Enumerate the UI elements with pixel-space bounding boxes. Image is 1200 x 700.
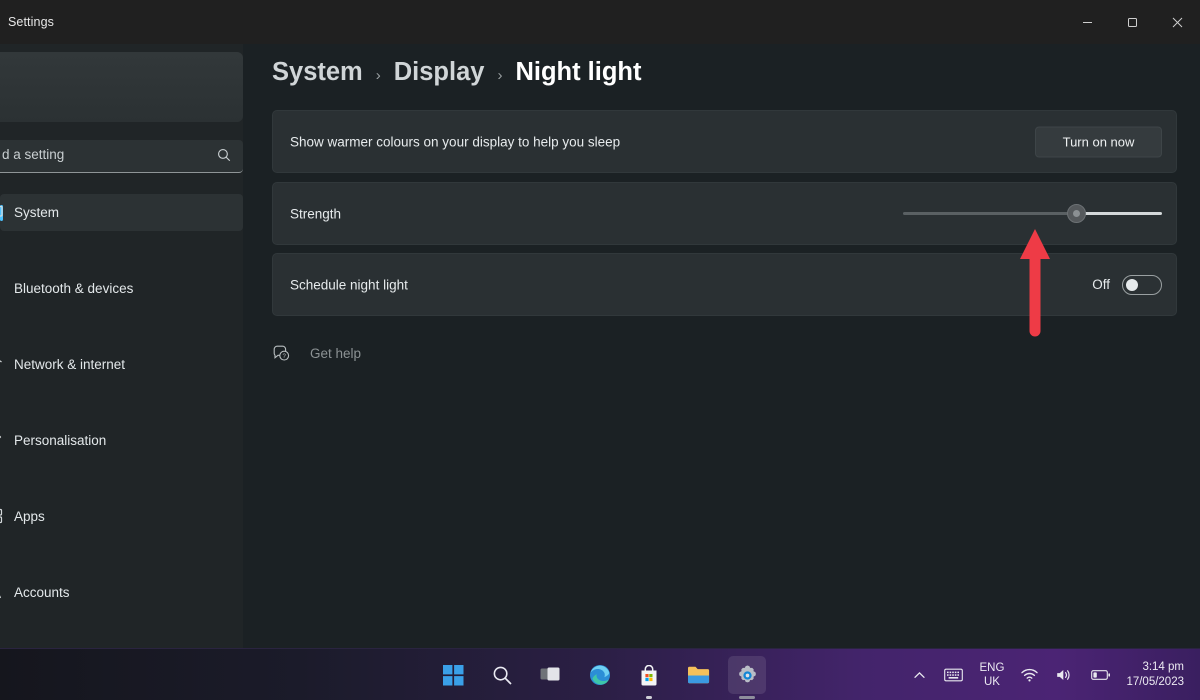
content-pane: System › Display › Night light Show warm… bbox=[243, 44, 1200, 648]
get-help-label: Get help bbox=[310, 346, 361, 361]
language-region: UK bbox=[984, 675, 1000, 689]
sidebar: d a setting System Bluetoo bbox=[0, 44, 243, 648]
taskbar-edge-button[interactable] bbox=[581, 656, 619, 694]
settings-window-screenshot: Settings d a setting bbox=[0, 0, 1200, 700]
help-bubble-icon: ? bbox=[272, 344, 290, 362]
search-input-value: d a setting bbox=[2, 147, 64, 162]
sidebar-item-label: Network & internet bbox=[14, 357, 125, 372]
tray-volume-icon[interactable] bbox=[1047, 653, 1082, 697]
night-light-description: Show warmer colours on your display to h… bbox=[290, 134, 620, 149]
language-code: ENG bbox=[980, 661, 1005, 675]
maximize-button[interactable] bbox=[1110, 0, 1155, 44]
search-icon bbox=[217, 148, 231, 167]
apps-icon bbox=[0, 507, 4, 525]
taskbar-search-button[interactable] bbox=[483, 656, 521, 694]
sidebar-item-network-internet[interactable]: Network & internet bbox=[0, 346, 243, 383]
chevron-right-icon: › bbox=[497, 67, 502, 84]
taskbar-file-explorer-button[interactable] bbox=[679, 656, 717, 694]
tray-language-indicator[interactable]: ENG UK bbox=[972, 661, 1013, 689]
sidebar-item-label: Accounts bbox=[14, 585, 70, 600]
taskbar-settings-button[interactable] bbox=[728, 656, 766, 694]
sidebar-item-system[interactable]: System bbox=[0, 194, 243, 231]
slider-track-filled bbox=[1075, 212, 1162, 215]
window-title: Settings bbox=[8, 15, 54, 29]
clock-date: 17/05/2023 bbox=[1126, 675, 1184, 690]
sidebar-item-label: Bluetooth & devices bbox=[14, 281, 133, 296]
toggle-state-label: Off bbox=[1092, 277, 1110, 292]
toggle-knob bbox=[1126, 279, 1138, 291]
sidebar-item-personalisation[interactable]: Personalisation bbox=[0, 422, 243, 459]
minimize-button[interactable] bbox=[1065, 0, 1110, 44]
tray-overflow-chevron-icon[interactable] bbox=[904, 653, 935, 697]
taskbar-store-button[interactable] bbox=[630, 656, 668, 694]
sidebar-item-bluetooth-devices[interactable]: Bluetooth & devices bbox=[0, 270, 243, 307]
search-input[interactable]: d a setting bbox=[0, 140, 243, 173]
network-icon bbox=[0, 355, 4, 373]
sidebar-nav: System Bluetooth & devices Network & int… bbox=[0, 194, 243, 601]
taskbar-buttons bbox=[434, 649, 766, 700]
strength-card: Strength bbox=[272, 182, 1177, 245]
slider-track-unfilled bbox=[903, 212, 1075, 215]
window-body: d a setting System Bluetoo bbox=[0, 44, 1200, 648]
schedule-night-light-label: Schedule night light bbox=[290, 277, 408, 292]
taskbar-active-indicator bbox=[739, 696, 755, 699]
tray-wifi-icon[interactable] bbox=[1012, 653, 1047, 697]
accounts-icon bbox=[0, 583, 4, 601]
bluetooth-icon bbox=[0, 279, 4, 297]
taskbar: ENG UK bbox=[0, 648, 1200, 700]
taskbar-start-button[interactable] bbox=[434, 656, 472, 694]
clock-time: 3:14 pm bbox=[1142, 660, 1184, 675]
breadcrumb-display[interactable]: Display bbox=[394, 58, 485, 87]
personalisation-icon bbox=[0, 431, 4, 449]
night-light-card: Show warmer colours on your display to h… bbox=[272, 110, 1177, 173]
breadcrumb-night-light: Night light bbox=[515, 58, 641, 87]
turn-on-now-button[interactable]: Turn on now bbox=[1035, 126, 1162, 157]
strength-slider[interactable] bbox=[903, 204, 1162, 224]
schedule-night-light-toggle[interactable] bbox=[1122, 275, 1162, 295]
system-icon bbox=[0, 203, 4, 221]
taskbar-running-indicator bbox=[646, 696, 652, 699]
sidebar-item-label: System bbox=[14, 205, 59, 220]
strength-label: Strength bbox=[290, 206, 341, 221]
sidebar-item-accounts[interactable]: Accounts bbox=[0, 574, 243, 611]
tray-clock[interactable]: 3:14 pm 17/05/2023 bbox=[1120, 660, 1192, 690]
breadcrumb: System › Display › Night light bbox=[272, 58, 642, 87]
user-profile-card[interactable] bbox=[0, 52, 243, 122]
chevron-right-icon: › bbox=[376, 67, 381, 84]
sidebar-item-label: Personalisation bbox=[14, 433, 106, 448]
sidebar-item-apps[interactable]: Apps bbox=[0, 498, 243, 535]
sidebar-item-label: Apps bbox=[14, 509, 45, 524]
breadcrumb-system[interactable]: System bbox=[272, 58, 363, 87]
taskbar-task-view-button[interactable] bbox=[532, 656, 570, 694]
get-help-link[interactable]: ? Get help bbox=[272, 344, 361, 362]
system-tray: ENG UK bbox=[904, 649, 1192, 700]
window-controls bbox=[1065, 0, 1200, 44]
slider-thumb[interactable] bbox=[1067, 204, 1086, 223]
tray-keyboard-icon[interactable] bbox=[935, 653, 972, 697]
tray-battery-icon[interactable] bbox=[1082, 653, 1120, 697]
schedule-toggle-group: Off bbox=[1092, 275, 1162, 295]
title-bar: Settings bbox=[0, 0, 1200, 44]
close-button[interactable] bbox=[1155, 0, 1200, 44]
schedule-night-light-card: Schedule night light Off bbox=[272, 253, 1177, 316]
